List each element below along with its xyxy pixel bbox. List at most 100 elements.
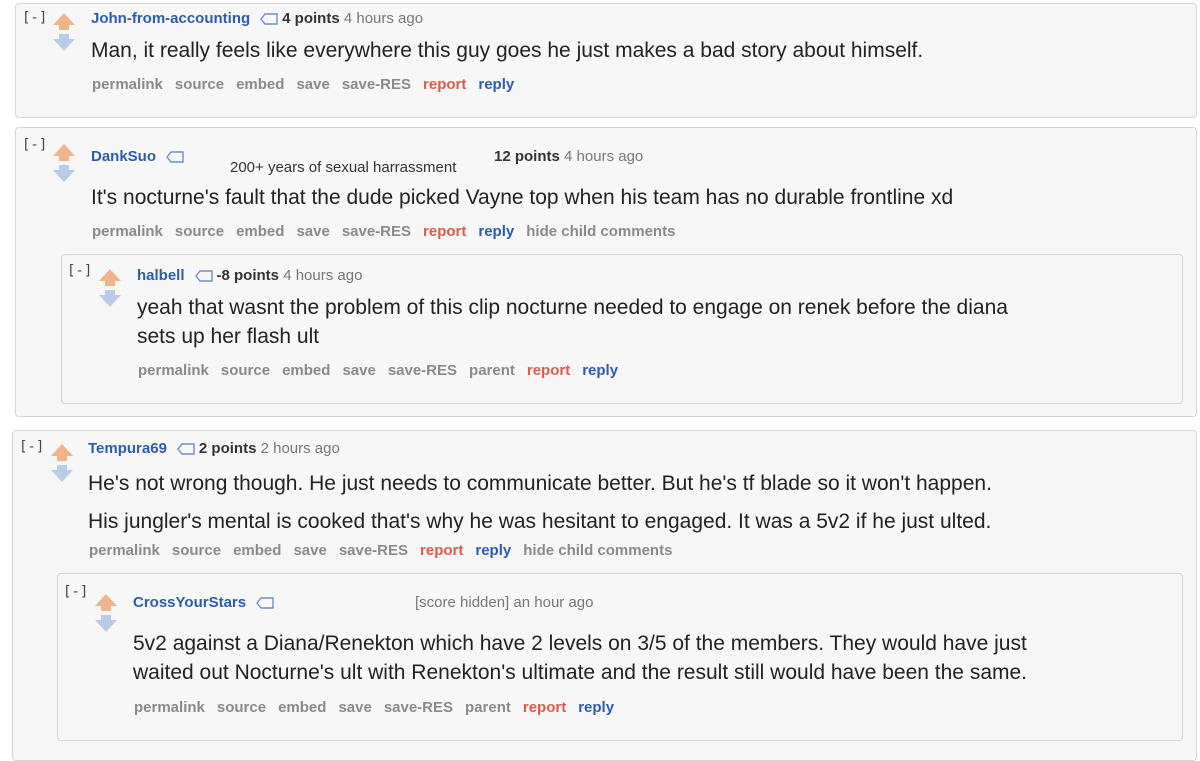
permalink-link[interactable]: permalink [92, 76, 163, 93]
save-link[interactable]: save [293, 542, 326, 559]
upvote-icon[interactable] [53, 144, 75, 161]
tag-icon[interactable] [194, 270, 213, 282]
action-bar: permalink source embed save save-RES parent re… [138, 362, 630, 379]
action-bar: permalink source embed save save-RES report re… [89, 542, 684, 559]
save-res-link[interactable]: save-RES [388, 362, 457, 379]
upvote-icon[interactable] [53, 13, 75, 30]
upvote-icon[interactable] [95, 594, 117, 611]
save-link[interactable]: save [296, 76, 329, 93]
reply-link[interactable]: reply [582, 362, 618, 379]
score: 2 points [198, 440, 257, 457]
body-line: waited out Nocturne's ult with Renekton'… [133, 661, 1028, 684]
comment-meta: John-from-accounting 4 points 4 hours ago [91, 10, 423, 27]
hide-child-comments-link[interactable]: hide child comments [526, 223, 675, 240]
downvote-icon[interactable] [53, 34, 75, 51]
source-link[interactable]: source [175, 223, 224, 240]
collapse-toggle[interactable]: [-] [63, 584, 88, 600]
author-link[interactable]: halbell [137, 267, 185, 284]
report-link[interactable]: report [523, 699, 566, 716]
timestamp: 2 hours ago [260, 440, 340, 457]
reply-link[interactable]: reply [475, 542, 511, 559]
score-hidden: [score hidden] [415, 594, 510, 611]
comment-meta: CrossYourStars [133, 594, 278, 611]
report-link[interactable]: report [423, 223, 466, 240]
parent-link[interactable]: parent [469, 362, 515, 379]
reply-link[interactable]: reply [478, 76, 514, 93]
save-res-link[interactable]: save-RES [384, 699, 453, 716]
body-line: He's not wrong though. He just needs to … [88, 472, 992, 495]
body-line: It's nocturne's fault that the dude pick… [91, 186, 954, 209]
source-link[interactable]: source [175, 76, 224, 93]
tag-icon[interactable] [177, 443, 195, 455]
source-link[interactable]: source [172, 542, 221, 559]
vote-arrows [98, 268, 122, 308]
report-link[interactable]: report [423, 76, 466, 93]
embed-link[interactable]: embed [282, 362, 330, 379]
author-link[interactable]: CrossYourStars [133, 594, 246, 611]
reply-link[interactable]: reply [578, 699, 614, 716]
save-link[interactable]: save [338, 699, 371, 716]
report-link[interactable]: report [420, 542, 463, 559]
comment-body: He's not wrong though. He just needs to … [88, 465, 992, 541]
comment-meta: DankSuo [91, 148, 188, 165]
permalink-link[interactable]: permalink [92, 223, 163, 240]
tag-icon[interactable] [166, 151, 184, 163]
collapse-toggle[interactable]: [-] [22, 137, 47, 153]
body-line: Man, it really feels like everywhere thi… [91, 39, 924, 62]
reply-link[interactable]: reply [478, 223, 514, 240]
hide-child-comments-link[interactable]: hide child comments [523, 542, 672, 559]
embed-link[interactable]: embed [236, 76, 284, 93]
upvote-icon[interactable] [99, 269, 121, 286]
embed-link[interactable]: embed [278, 699, 326, 716]
body-line: His jungler's mental is cooked that's wh… [88, 510, 992, 533]
vote-arrows [94, 593, 118, 633]
collapse-toggle[interactable]: [-] [67, 263, 92, 279]
timestamp: 4 hours ago [343, 10, 424, 27]
score: 4 points [282, 10, 340, 27]
tag-icon[interactable] [260, 13, 278, 25]
permalink-link[interactable]: permalink [89, 542, 160, 559]
downvote-icon[interactable] [51, 465, 73, 482]
collapse-toggle[interactable]: [-] [19, 439, 44, 455]
comment-body: 5v2 against a Diana/Renekton which have … [133, 629, 1027, 687]
save-link[interactable]: save [342, 362, 375, 379]
body-line: yeah that wasnt the problem of this clip… [137, 296, 1008, 319]
embed-link[interactable]: embed [236, 223, 284, 240]
source-link[interactable]: source [217, 699, 266, 716]
vote-arrows [52, 143, 76, 183]
body-line: sets up her flash ult [137, 325, 320, 348]
save-link[interactable]: save [296, 223, 329, 240]
timestamp: an hour ago [513, 594, 594, 611]
comment-meta: Tempura69 2 points 2 hours ago [88, 440, 340, 457]
comment-meta: halbell -8 points 4 hours ago [137, 267, 362, 284]
downvote-icon[interactable] [99, 290, 121, 307]
vote-arrows [50, 443, 74, 483]
downvote-icon[interactable] [95, 615, 117, 632]
parent-link[interactable]: parent [465, 699, 511, 716]
embed-link[interactable]: embed [233, 542, 281, 559]
downvote-icon[interactable] [53, 165, 75, 182]
timestamp: 4 hours ago [283, 267, 363, 284]
author-link[interactable]: DankSuo [91, 148, 156, 165]
comment-body: Man, it really feels like everywhere thi… [91, 36, 923, 65]
save-res-link[interactable]: save-RES [342, 223, 411, 240]
permalink-link[interactable]: permalink [138, 362, 209, 379]
score: -8 points [216, 267, 280, 284]
save-res-link[interactable]: save-RES [342, 76, 411, 93]
report-link[interactable]: report [527, 362, 570, 379]
collapse-toggle[interactable]: [-] [22, 10, 47, 26]
comment-meta-score: 12 points 4 hours ago [494, 148, 643, 165]
body-line: 5v2 against a Diana/Renekton which have … [133, 632, 1027, 655]
source-link[interactable]: source [221, 362, 270, 379]
tag-icon[interactable] [256, 597, 274, 609]
author-link[interactable]: Tempura69 [88, 440, 167, 457]
save-res-link[interactable]: save-RES [339, 542, 408, 559]
vote-arrows [52, 12, 76, 52]
permalink-link[interactable]: permalink [134, 699, 205, 716]
upvote-icon[interactable] [51, 444, 73, 461]
action-bar: permalink source embed save save-RES parent re… [134, 699, 626, 716]
user-flair: 200+ years of sexual harrassment [230, 159, 457, 176]
comment-meta-score: [score hidden] an hour ago [415, 594, 593, 611]
author-link[interactable]: John-from-accounting [91, 10, 250, 27]
comment-body: yeah that wasnt the problem of this clip… [137, 293, 1008, 351]
